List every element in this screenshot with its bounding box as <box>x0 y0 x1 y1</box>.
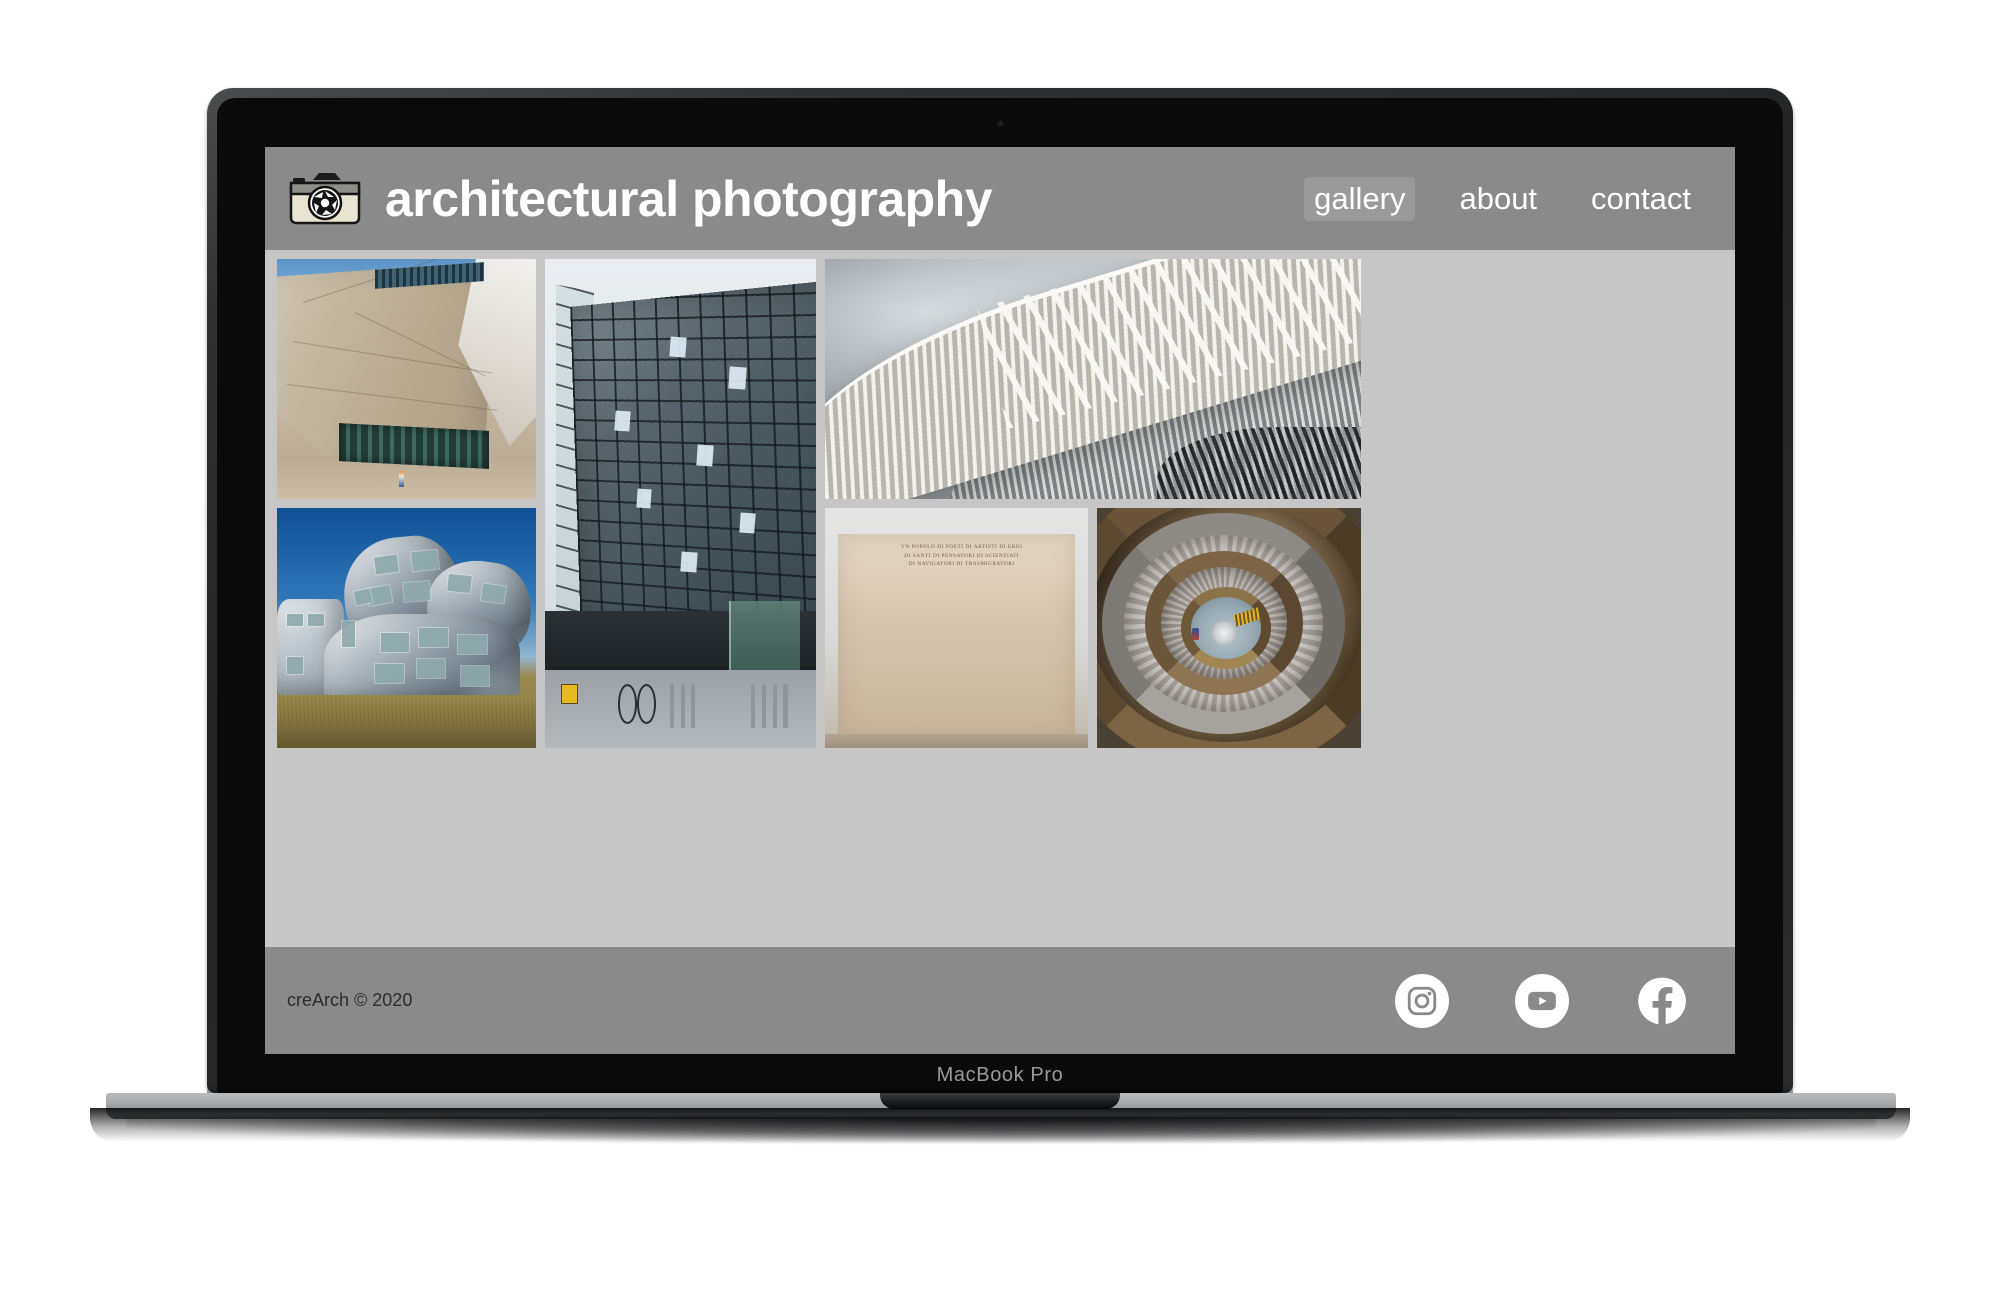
nav-link-contact[interactable]: contact <box>1581 177 1701 221</box>
social-link-instagram[interactable] <box>1395 973 1449 1028</box>
facebook-icon <box>1638 977 1686 1024</box>
social-link-facebook[interactable] <box>1635 974 1689 1028</box>
laptop-base-notch <box>880 1093 1120 1109</box>
copyright-text: creArch © 2020 <box>287 990 413 1010</box>
photo-gallery-grid: VN POPOLO DI POETI DI ARTISTI DI EROI DI… <box>265 250 1735 947</box>
gallery-tile-lou-ruvo-center[interactable] <box>277 508 536 748</box>
brand[interactable]: architectural photography <box>287 170 993 228</box>
laptop-mockup: MacBook Pro architectural photography ga… <box>0 0 2000 1300</box>
photo-liege-guillemins-station <box>825 259 1361 499</box>
social-link-youtube[interactable] <box>1515 973 1569 1028</box>
screen-viewport: architectural photography gallery about … <box>265 147 1735 1054</box>
nav-link-about[interactable]: about <box>1449 177 1547 221</box>
site-footer: creArch © 2020 <box>265 947 1735 1054</box>
photo-harpa-concert-hall <box>545 259 816 748</box>
site-header: architectural photography gallery about … <box>265 147 1735 250</box>
instagram-icon <box>1407 986 1437 1015</box>
photo-casa-da-musica <box>277 259 536 499</box>
photo-palazzo-della-civilta-italiana: VN POPOLO DI POETI DI ARTISTI DI EROI DI… <box>825 508 1088 748</box>
gallery-tile-casa-da-musica[interactable] <box>277 259 536 499</box>
gallery-tile-harpa-concert-hall[interactable] <box>545 259 816 748</box>
photo-lou-ruvo-center <box>277 508 536 748</box>
website-page: architectural photography gallery about … <box>265 147 1735 1054</box>
main-nav: gallery about contact <box>1304 176 1707 221</box>
laptop-drop-shadow <box>126 1117 1876 1143</box>
camera-icon <box>289 172 361 224</box>
gallery-tile-palazzo-della-civilta-italiana[interactable]: VN POPOLO DI POETI DI ARTISTI DI EROI DI… <box>825 508 1088 748</box>
gallery-tile-bramante-spiral-staircase[interactable] <box>1097 508 1361 748</box>
page-title: architectural photography <box>385 170 993 227</box>
palazzo-arcade <box>842 570 1071 738</box>
nav-link-gallery[interactable]: gallery <box>1304 176 1416 221</box>
photo-bramante-spiral-staircase <box>1097 508 1361 748</box>
webcam-icon <box>996 120 1004 127</box>
social-links <box>1395 973 1691 1028</box>
gallery-tile-liege-guillemins-station[interactable] <box>825 259 1361 499</box>
youtube-icon <box>1528 991 1556 1010</box>
palazzo-inscription-text: VN POPOLO DI POETI DI ARTISTI DI EROI DI… <box>901 543 1023 568</box>
